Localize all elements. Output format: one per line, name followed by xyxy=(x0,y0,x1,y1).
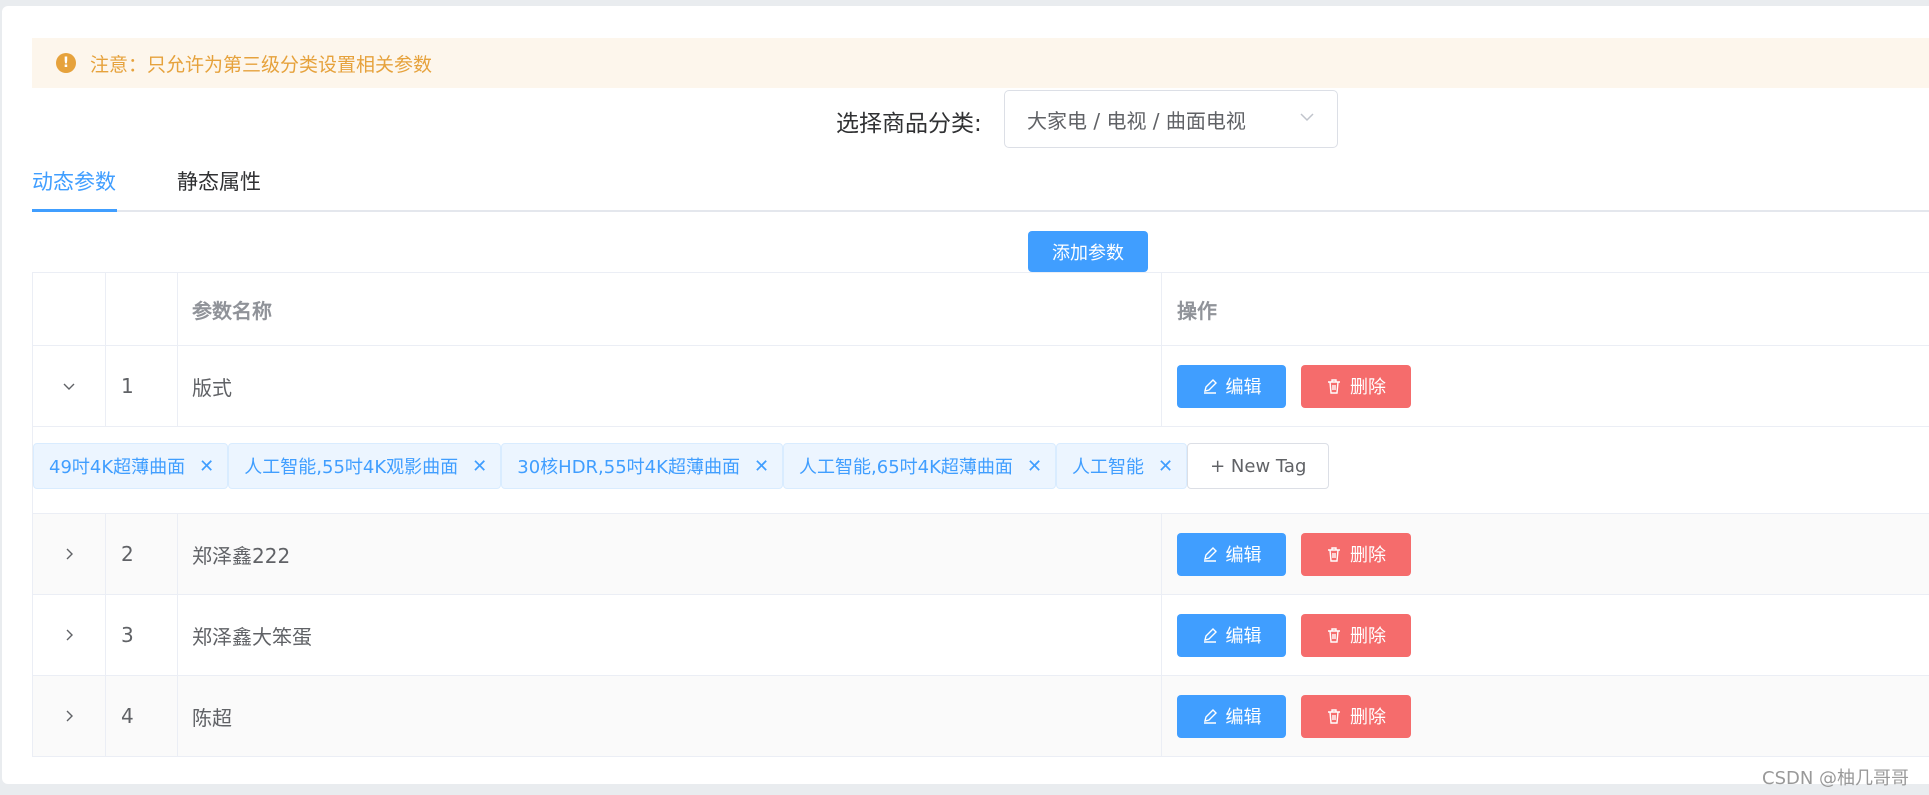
category-label: 选择商品分类: xyxy=(836,111,982,137)
row-index: 2 xyxy=(106,514,178,594)
header-operation: 操作 xyxy=(1177,298,1217,323)
warning-circle-icon: ! xyxy=(56,53,76,73)
row-index: 1 xyxy=(106,346,178,426)
table-row: 3 郑泽鑫大笨蛋 编辑 删除 xyxy=(33,595,1929,676)
edit-icon xyxy=(1203,709,1217,724)
row-name: 郑泽鑫222 xyxy=(178,514,1162,594)
table-header: 参数名称 操作 xyxy=(33,273,1929,346)
delete-button[interactable]: 删除 xyxy=(1301,532,1411,576)
header-expand xyxy=(33,273,106,345)
tab-dynamic-params[interactable]: 动态参数 xyxy=(32,166,116,196)
edit-icon xyxy=(1203,628,1217,643)
expand-toggle[interactable] xyxy=(33,346,106,426)
param-tag: 49吋4K超薄曲面 ✕ xyxy=(33,443,229,489)
expand-toggle[interactable] xyxy=(33,595,106,675)
header-index xyxy=(106,273,178,345)
chevron-right-icon xyxy=(66,548,73,560)
delete-button[interactable]: 删除 xyxy=(1301,613,1411,657)
row-name: 版式 xyxy=(178,346,1162,426)
expand-toggle[interactable] xyxy=(33,514,106,594)
close-icon[interactable]: ✕ xyxy=(754,456,769,477)
expand-toggle[interactable] xyxy=(33,676,106,756)
edit-button[interactable]: 编辑 xyxy=(1177,613,1286,657)
table-row: 1 版式 编辑 删除 xyxy=(33,346,1929,427)
row-name: 郑泽鑫大笨蛋 xyxy=(178,595,1162,675)
add-param-button[interactable]: 添加参数 xyxy=(1028,231,1148,272)
close-icon[interactable]: ✕ xyxy=(199,456,214,477)
trash-icon xyxy=(1328,379,1340,394)
close-icon[interactable]: ✕ xyxy=(472,456,487,477)
row-actions: 编辑 删除 xyxy=(1162,346,1929,426)
row-actions: 编辑 删除 xyxy=(1162,595,1929,675)
category-value: 大家电 / 电视 / 曲面电视 xyxy=(1027,108,1246,133)
expanded-tags-row: 49吋4K超薄曲面 ✕ 人工智能,55吋4K观影曲面 ✕ 30核HDR,55吋4K超… xyxy=(33,427,1929,514)
row-index: 4 xyxy=(106,676,178,756)
chevron-right-icon xyxy=(66,629,73,641)
row-index: 3 xyxy=(106,595,178,675)
tabs-bar: 动态参数 静态属性 xyxy=(32,164,1929,212)
edit-button[interactable]: 编辑 xyxy=(1177,364,1286,408)
param-tag: 人工智能,55吋4K观影曲面 ✕ xyxy=(228,443,502,489)
tab-active-indicator xyxy=(32,209,117,212)
params-table: 参数名称 操作 1 版式 编辑 删除 49吋4K超薄曲面 ✕ 人工智能,55吋4K… xyxy=(32,272,1929,757)
edit-button[interactable]: 编辑 xyxy=(1177,694,1286,738)
alert-text: 注意：只允许为第三级分类设置相关参数 xyxy=(90,53,433,76)
watermark: CSDN @柚几哥哥 xyxy=(1762,768,1910,789)
chevron-right-icon xyxy=(66,710,73,722)
param-tag: 30核HDR,55吋4K超薄曲面 ✕ xyxy=(501,443,784,489)
row-actions: 编辑 删除 xyxy=(1162,514,1929,594)
trash-icon xyxy=(1328,547,1340,562)
trash-icon xyxy=(1328,628,1340,643)
edit-icon xyxy=(1203,547,1217,562)
header-name: 参数名称 xyxy=(178,273,1162,345)
edit-button[interactable]: 编辑 xyxy=(1177,532,1286,576)
close-icon[interactable]: ✕ xyxy=(1158,456,1173,477)
table-row: 2 郑泽鑫222 编辑 删除 xyxy=(33,514,1929,595)
category-cascader[interactable]: 大家电 / 电视 / 曲面电视 xyxy=(1004,90,1338,148)
delete-button[interactable]: 删除 xyxy=(1301,694,1411,738)
tag-list: 49吋4K超薄曲面 ✕ 人工智能,55吋4K观影曲面 ✕ 30核HDR,55吋4K超… xyxy=(33,443,1330,489)
warning-alert: ! 注意：只允许为第三级分类设置相关参数 xyxy=(32,38,1929,88)
param-tag: 人工智能 ✕ xyxy=(1056,443,1188,489)
row-name: 陈超 xyxy=(178,676,1162,756)
delete-button[interactable]: 删除 xyxy=(1301,364,1411,408)
close-icon[interactable]: ✕ xyxy=(1027,456,1042,477)
trash-icon xyxy=(1328,709,1340,724)
new-tag-button[interactable]: + New Tag xyxy=(1187,443,1330,489)
row-actions: 编辑 删除 xyxy=(1162,676,1929,756)
param-tag: 人工智能,65吋4K超薄曲面 ✕ xyxy=(783,443,1057,489)
chevron-down-icon xyxy=(63,383,75,390)
edit-icon xyxy=(1203,379,1217,394)
tab-static-attrs[interactable]: 静态属性 xyxy=(177,166,261,196)
table-row: 4 陈超 编辑 删除 xyxy=(33,676,1929,757)
chevron-down-icon xyxy=(1300,113,1314,122)
